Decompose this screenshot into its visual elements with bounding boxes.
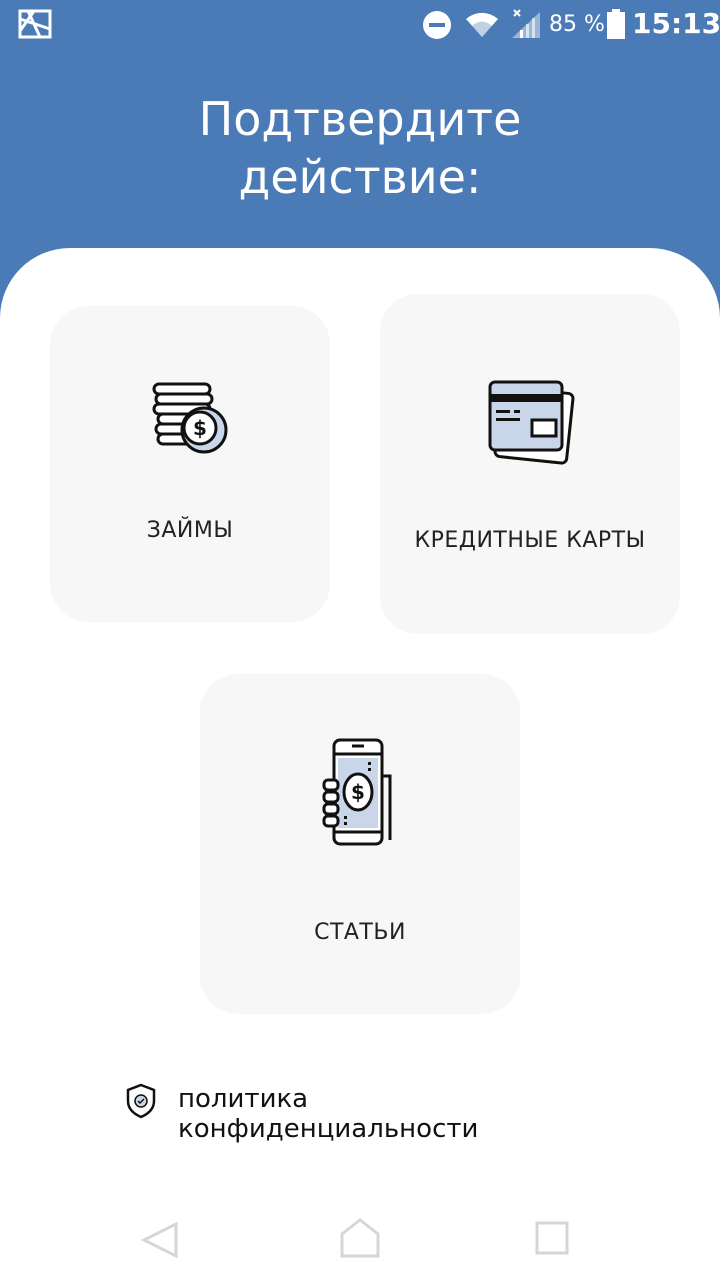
wifi-icon: [466, 12, 498, 37]
loans-card-label: ЗАЙМЫ: [146, 518, 234, 543]
signal-icon: [512, 9, 540, 38]
credit-card-icon: [488, 380, 575, 465]
page-title: Подтвердите действие:: [0, 90, 720, 206]
do-not-disturb-icon: [423, 11, 451, 39]
privacy-policy-label: политика конфиденциальности: [178, 1084, 479, 1144]
app-icon: [18, 9, 52, 39]
phone-money-icon: $: [322, 738, 392, 846]
shield-icon: [126, 1083, 156, 1119]
coins-icon: $: [152, 382, 228, 454]
svg-text:$: $: [351, 780, 365, 804]
articles-card-label: СТАТЬИ: [314, 920, 406, 945]
status-bar: 85 % 15:13: [0, 0, 720, 50]
clock: 15:13: [632, 7, 720, 40]
battery-icon: [607, 9, 625, 39]
page-title-line1: Подтвердите: [198, 92, 522, 146]
credit-cards-card[interactable]: КРЕДИТНЫЕ КАРТЫ: [380, 294, 680, 634]
svg-text:$: $: [193, 416, 207, 440]
navigation-bar: [0, 1200, 720, 1280]
battery-percentage: 85 %: [549, 12, 605, 37]
recent-apps-icon[interactable]: [534, 1220, 570, 1256]
home-icon[interactable]: [338, 1216, 382, 1260]
articles-card[interactable]: $ СТАТЬИ: [200, 674, 520, 1014]
page-title-line2: действие:: [238, 150, 482, 204]
loans-card[interactable]: $ ЗАЙМЫ: [50, 306, 330, 622]
privacy-policy-link[interactable]: политика конфиденциальности: [126, 1080, 606, 1144]
back-icon[interactable]: [140, 1220, 180, 1260]
credit-cards-card-label: КРЕДИТНЫЕ КАРТЫ: [414, 528, 646, 553]
